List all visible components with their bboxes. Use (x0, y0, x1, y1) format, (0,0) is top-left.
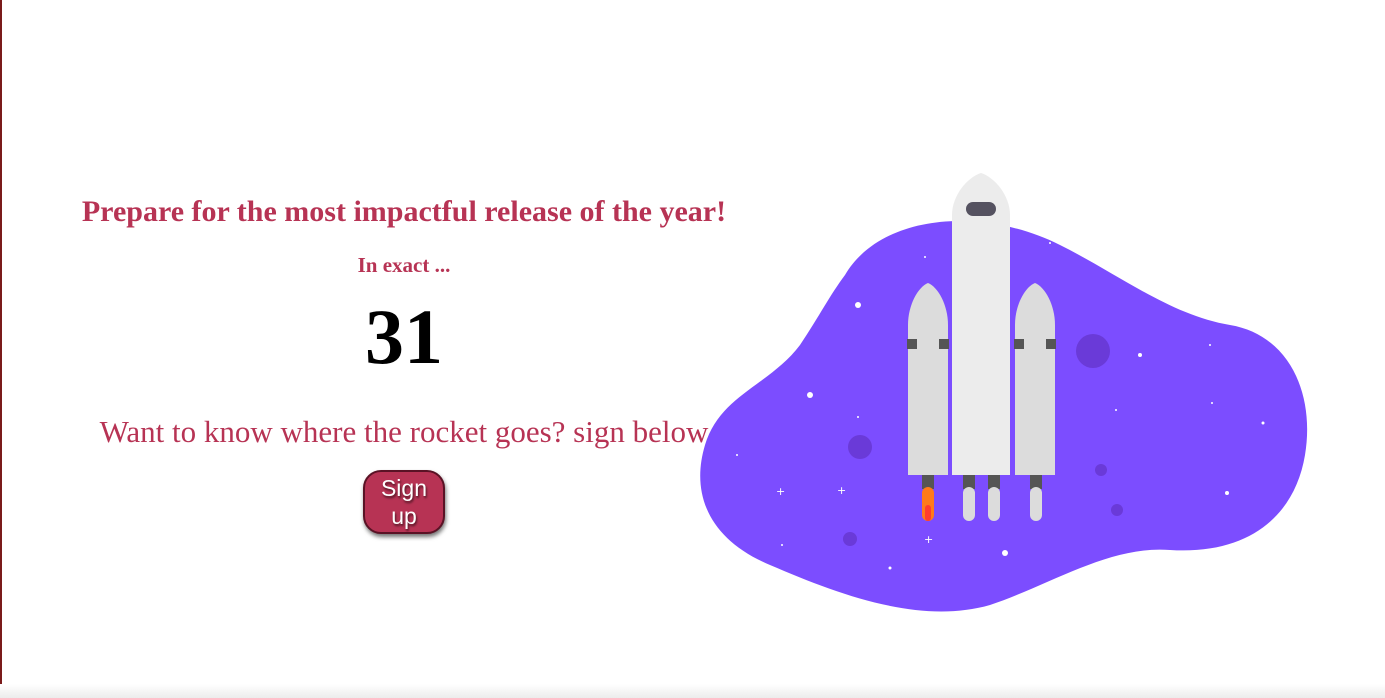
countdown-value: 31 (365, 293, 443, 380)
signup-prompt: Want to know where the rocket goes? sign… (99, 414, 709, 449)
bottom-scroll-shadow (0, 684, 1385, 698)
countdown-caption: In exact ... (357, 253, 451, 277)
svg-text:+: + (924, 533, 933, 546)
svg-text:+: + (776, 485, 785, 498)
signup-button[interactable]: Sign up (363, 470, 445, 534)
window-left-edge (0, 0, 2, 698)
svg-text:+: + (837, 484, 846, 497)
rocket-illustration: + + + (690, 165, 1320, 625)
page-headline: Prepare for the most impactful release o… (81, 195, 727, 228)
rocket-icon: + + + (700, 173, 1308, 612)
hero-section: Prepare for the most impactful release o… (40, 190, 768, 534)
